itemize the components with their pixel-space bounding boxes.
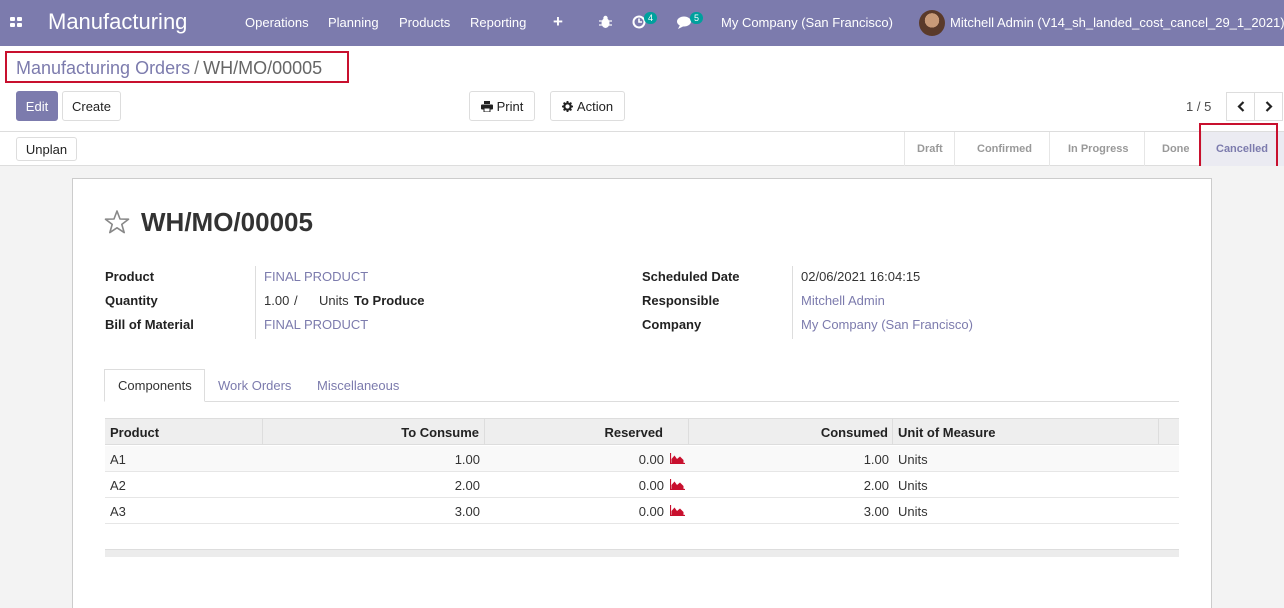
responsible-value[interactable]: Mitchell Admin bbox=[801, 293, 885, 308]
gear-icon bbox=[561, 100, 573, 112]
bom-value[interactable]: FINAL PRODUCT bbox=[264, 317, 368, 332]
product-label: Product bbox=[105, 269, 155, 284]
app-title[interactable]: Manufacturing bbox=[48, 9, 187, 35]
company-switcher[interactable]: My Company (San Francisco) bbox=[721, 15, 893, 30]
cell-consumed: 1.00 bbox=[863, 451, 889, 467]
cell-uom: Units bbox=[898, 503, 928, 519]
bom-label: Bill of Material bbox=[105, 317, 194, 332]
cell-consumed: 2.00 bbox=[863, 477, 889, 493]
tab-components[interactable]: Components bbox=[104, 369, 205, 402]
quantity-label: Quantity bbox=[105, 293, 158, 308]
chevron-right-icon bbox=[1265, 101, 1273, 112]
plus-icon[interactable]: + bbox=[553, 12, 563, 32]
pager-previous-button[interactable] bbox=[1226, 92, 1255, 121]
scheduled-date-label: Scheduled Date bbox=[642, 269, 740, 284]
annotation-box-breadcrumb bbox=[5, 51, 349, 83]
cell-to-consume: 3.00 bbox=[454, 503, 480, 519]
column-reserved[interactable]: Reserved bbox=[485, 419, 689, 445]
company-label: Company bbox=[642, 317, 702, 332]
to-produce-label: To Produce bbox=[354, 293, 425, 308]
apps-menu-icon[interactable] bbox=[10, 17, 22, 28]
status-step-draft[interactable]: Draft bbox=[904, 132, 954, 166]
quantity-uom: Units bbox=[319, 293, 349, 308]
cell-consumed: 3.00 bbox=[863, 503, 889, 519]
company-value[interactable]: My Company (San Francisco) bbox=[801, 317, 973, 332]
status-step-in-progress[interactable]: In Progress bbox=[1049, 132, 1144, 166]
column-unit-of-measure[interactable]: Unit of Measure bbox=[893, 419, 1159, 445]
messages-badge: 5 bbox=[690, 12, 704, 24]
forecast-chart-icon[interactable] bbox=[670, 505, 685, 516]
menu-operations[interactable]: Operations bbox=[245, 15, 309, 30]
quantity-separator: / bbox=[294, 293, 298, 308]
table-row[interactable]: A3 3.00 0.00 3.00 Units bbox=[105, 498, 1179, 524]
menu-products[interactable]: Products bbox=[399, 15, 450, 30]
status-bar: Unplan Draft Confirmed In Progress Done … bbox=[0, 131, 1284, 166]
star-icon[interactable] bbox=[104, 209, 130, 235]
chevron-left-icon bbox=[1236, 101, 1244, 112]
cell-reserved: 0.00 bbox=[638, 477, 664, 493]
scheduled-date-value: 02/06/2021 16:04:15 bbox=[801, 269, 921, 284]
pager-value[interactable]: 1 / 5 bbox=[1186, 99, 1211, 114]
field-divider-left bbox=[255, 266, 256, 339]
column-product[interactable]: Product bbox=[105, 419, 263, 445]
column-consumed[interactable]: Consumed bbox=[689, 419, 893, 445]
product-value[interactable]: FINAL PRODUCT bbox=[264, 269, 368, 284]
notebook-tabs: Components Work Orders Miscellaneous bbox=[104, 369, 1179, 402]
field-divider-right bbox=[792, 266, 793, 339]
cell-product: A3 bbox=[110, 503, 126, 519]
action-label: Action bbox=[576, 98, 614, 114]
bug-icon[interactable] bbox=[599, 15, 612, 29]
forecast-chart-icon[interactable] bbox=[670, 453, 685, 464]
activity-badge: 4 bbox=[644, 12, 658, 24]
pager-next-button[interactable] bbox=[1254, 92, 1283, 121]
cell-product: A1 bbox=[110, 451, 126, 467]
quantity-value: 1.00 bbox=[264, 293, 290, 308]
status-step-done[interactable]: Done bbox=[1144, 132, 1201, 166]
print-button[interactable]: Print bbox=[469, 91, 535, 121]
cell-to-consume: 2.00 bbox=[454, 477, 480, 493]
create-button[interactable]: Create bbox=[62, 91, 121, 121]
edit-button[interactable]: Edit bbox=[16, 91, 58, 121]
responsible-label: Responsible bbox=[642, 293, 720, 308]
components-table-header: Product To Consume Reserved Consumed Uni… bbox=[105, 418, 1179, 445]
cell-to-consume: 1.00 bbox=[454, 451, 480, 467]
annotation-box-status bbox=[1199, 123, 1278, 172]
cell-reserved: 0.00 bbox=[638, 503, 664, 519]
cell-product: A2 bbox=[110, 477, 126, 493]
table-row[interactable]: A2 2.00 0.00 2.00 Units bbox=[105, 472, 1179, 498]
record-title: WH/MO/00005 bbox=[141, 207, 313, 237]
forecast-chart-icon[interactable] bbox=[670, 479, 685, 490]
cell-uom: Units bbox=[898, 477, 928, 493]
action-button[interactable]: Action bbox=[550, 91, 625, 121]
menu-reporting[interactable]: Reporting bbox=[470, 15, 526, 30]
table-footer bbox=[105, 549, 1179, 557]
cell-reserved: 0.00 bbox=[638, 451, 664, 467]
menu-planning[interactable]: Planning bbox=[328, 15, 379, 30]
user-avatar[interactable] bbox=[919, 10, 945, 36]
print-label: Print bbox=[496, 98, 524, 114]
column-to-consume[interactable]: To Consume bbox=[263, 419, 485, 445]
tab-work-orders[interactable]: Work Orders bbox=[205, 369, 304, 402]
table-row[interactable]: A1 1.00 0.00 1.00 Units bbox=[105, 446, 1179, 472]
user-menu[interactable]: Mitchell Admin (V14_sh_landed_cost_cance… bbox=[950, 15, 1284, 30]
cell-uom: Units bbox=[898, 451, 928, 467]
tab-miscellaneous[interactable]: Miscellaneous bbox=[304, 369, 412, 402]
print-icon bbox=[480, 100, 493, 112]
top-navbar: Manufacturing Operations Planning Produc… bbox=[0, 0, 1284, 46]
unplan-button[interactable]: Unplan bbox=[16, 137, 77, 161]
status-step-confirmed[interactable]: Confirmed bbox=[954, 132, 1049, 166]
